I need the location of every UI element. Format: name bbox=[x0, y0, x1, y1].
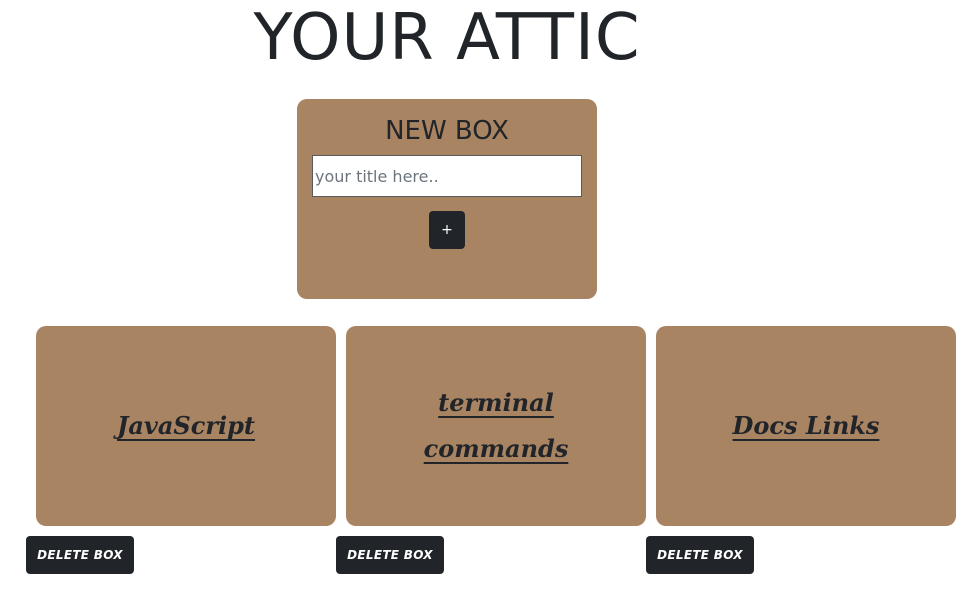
new-box-heading: NEW BOX bbox=[385, 116, 509, 146]
box-title-link[interactable]: JavaScript bbox=[91, 403, 281, 449]
page-title: YOUR ATTIC bbox=[253, 1, 641, 75]
box-card: Docs Links bbox=[656, 326, 956, 526]
box-title-link[interactable]: terminal commands bbox=[401, 380, 591, 472]
delete-box-button[interactable]: DELETE BOX bbox=[26, 536, 134, 574]
add-box-button[interactable]: + bbox=[429, 211, 465, 249]
delete-box-button[interactable]: DELETE BOX bbox=[336, 536, 444, 574]
box-card: JavaScript bbox=[36, 326, 336, 526]
new-box-card: NEW BOX + bbox=[297, 99, 597, 299]
box-title-input[interactable] bbox=[312, 155, 582, 197]
box-card: terminal commands bbox=[346, 326, 646, 526]
attic-page: YOUR ATTIC NEW BOX + JavaScript terminal… bbox=[0, 0, 964, 589]
delete-box-button[interactable]: DELETE BOX bbox=[646, 536, 754, 574]
box-title-link[interactable]: Docs Links bbox=[711, 403, 901, 449]
